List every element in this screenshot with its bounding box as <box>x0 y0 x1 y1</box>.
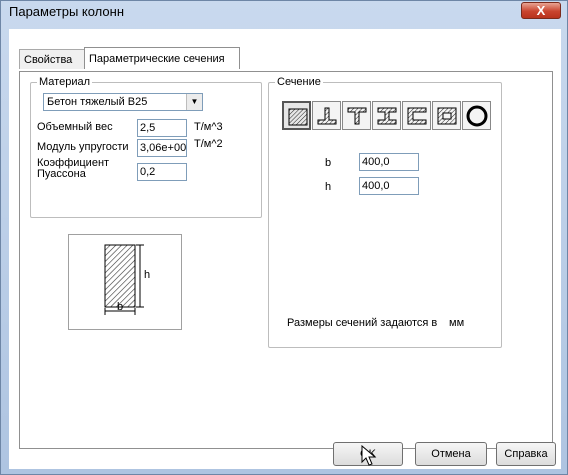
window-title: Параметры колонн <box>9 4 125 19</box>
section-type-rectangle[interactable] <box>282 101 311 130</box>
channel-section-icon <box>407 107 427 125</box>
title-bar[interactable]: Параметры колонн X <box>1 1 567 23</box>
preview-b-label: b <box>117 301 124 313</box>
dialog-client-area: Свойства Параметрические сечения Материа… <box>9 29 561 469</box>
modulus-input[interactable]: 3,06e+006 <box>137 139 187 157</box>
weight-label: Объемный вес <box>37 121 113 133</box>
section-group: Сечение b 400,0 h 400,0 Размеры сечений … <box>268 76 502 348</box>
section-type-ring[interactable] <box>462 101 491 130</box>
section-preview: h b <box>68 234 182 330</box>
chevron-down-icon[interactable]: ▼ <box>186 94 202 110</box>
section-group-label: Сечение <box>275 76 323 88</box>
ring-section-icon <box>466 105 488 127</box>
section-type-t[interactable] <box>342 101 371 130</box>
section-b-label: b <box>325 157 332 169</box>
tab-properties[interactable]: Свойства <box>19 49 85 69</box>
material-group-label: Материал <box>37 76 92 88</box>
close-button[interactable]: X <box>521 2 561 19</box>
section-type-toolbar <box>282 101 492 131</box>
mouse-cursor-icon <box>361 445 377 466</box>
section-type-i-beam[interactable] <box>372 101 401 130</box>
weight-unit: Т/м^3 <box>194 121 223 133</box>
rectangle-section-preview-icon <box>104 244 144 315</box>
modulus-label: Модуль упругости <box>37 141 129 153</box>
poisson-label-line2: Пуассона <box>37 168 86 180</box>
section-h-label: h <box>325 181 332 193</box>
t-section-icon <box>347 107 367 125</box>
section-units-value: мм <box>449 317 465 329</box>
material-group: Материал Бетон тяжелый B25 ▼ Объемный ве… <box>30 76 262 218</box>
section-units-text: Размеры сечений задаются в <box>287 317 438 329</box>
close-icon: X <box>536 3 546 18</box>
preview-h-label: h <box>144 269 151 281</box>
box-section-icon <box>437 107 457 125</box>
section-type-box[interactable] <box>432 101 461 130</box>
dialog-window: Параметры колонн X Свойства Параметричес… <box>0 0 568 475</box>
tab-parametric-sections[interactable]: Параметрические сечения <box>84 47 240 69</box>
weight-input[interactable]: 2,5 <box>137 119 187 137</box>
material-selected-value: Бетон тяжелый B25 <box>47 96 148 108</box>
poisson-input[interactable]: 0,2 <box>137 163 187 181</box>
section-b-input[interactable]: 400,0 <box>359 153 419 171</box>
rectangle-section-icon <box>288 108 308 126</box>
modulus-unit: Т/м^2 <box>194 138 223 150</box>
section-type-channel[interactable] <box>402 101 431 130</box>
section-h-input[interactable]: 400,0 <box>359 177 419 195</box>
material-select[interactable]: Бетон тяжелый B25 ▼ <box>43 93 203 111</box>
help-button[interactable]: Справка <box>496 442 556 466</box>
section-type-inverted-t[interactable] <box>312 101 341 130</box>
tab-panel: Материал Бетон тяжелый B25 ▼ Объемный ве… <box>19 71 553 449</box>
i-beam-section-icon <box>377 107 397 125</box>
cancel-button[interactable]: Отмена <box>415 442 487 466</box>
t-section-inverted-icon <box>317 107 337 125</box>
